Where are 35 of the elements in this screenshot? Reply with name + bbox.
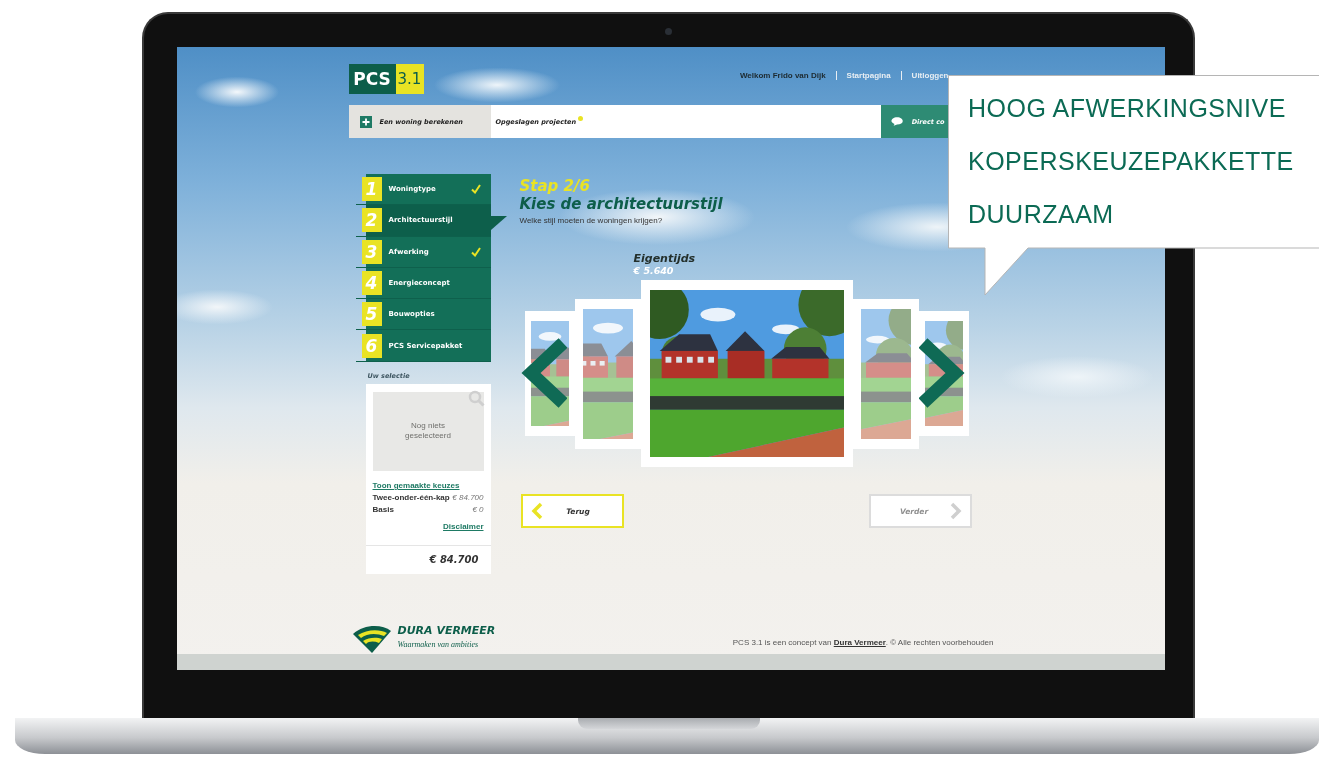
bubble-text: HOOG AFWERKINGSNIVE xyxy=(968,93,1286,124)
step-number: 5 xyxy=(361,302,382,327)
chat-icon xyxy=(890,116,903,127)
step-number: 2 xyxy=(361,208,382,233)
step-number: 3 xyxy=(361,239,382,264)
chevron-left-icon xyxy=(530,502,543,520)
item-price: € 84.700 xyxy=(452,492,484,502)
welcome-text: Welkom Frido van Dijk xyxy=(739,71,826,80)
show-choices-link[interactable]: Toon gemaakte keuzes xyxy=(372,480,484,490)
bubble-text: DUURZAAM xyxy=(968,199,1114,230)
step-number: 4 xyxy=(361,271,382,296)
selection-pointer xyxy=(490,216,507,231)
step-number: 1 xyxy=(361,177,382,202)
camera-icon xyxy=(665,28,672,35)
brand-tagline: Waarmaken van ambities xyxy=(397,640,480,649)
copyright-notice: PCS 3.1 is een concept van Dura Vermeer. © Alle rechten voorbehouden xyxy=(732,638,994,647)
logo-version: 3.1 xyxy=(395,64,424,94)
style-price: € 5.640 xyxy=(633,265,675,276)
item-name: Basis xyxy=(372,504,394,514)
plus-icon xyxy=(359,115,372,128)
company-link[interactable]: Dura Vermeer xyxy=(833,638,886,647)
item-name: Twee-onder-één-kap xyxy=(372,492,450,502)
logo-text: PCS xyxy=(348,64,396,94)
page-subtitle: Welke stijl moeten de woningen krijgen? xyxy=(519,216,664,225)
style-name: Eigentijds xyxy=(633,252,697,265)
bubble-text: KOPERSKEUZEPAKKETTE xyxy=(968,146,1294,177)
step-number: 6 xyxy=(361,333,382,358)
chevron-right-icon xyxy=(949,502,962,520)
item-price: € 0 xyxy=(472,504,484,514)
brand-name: DURA VERMEER xyxy=(397,624,496,637)
total-price: € 84.700 xyxy=(429,554,479,566)
page-title: Kies de architectuurstijl xyxy=(519,195,724,213)
placeholder-text: Nog niets geselecteerd xyxy=(404,420,452,442)
step-counter: Stap 2/6 xyxy=(519,177,591,195)
disclaimer-link[interactable]: Disclaimer xyxy=(443,521,484,531)
